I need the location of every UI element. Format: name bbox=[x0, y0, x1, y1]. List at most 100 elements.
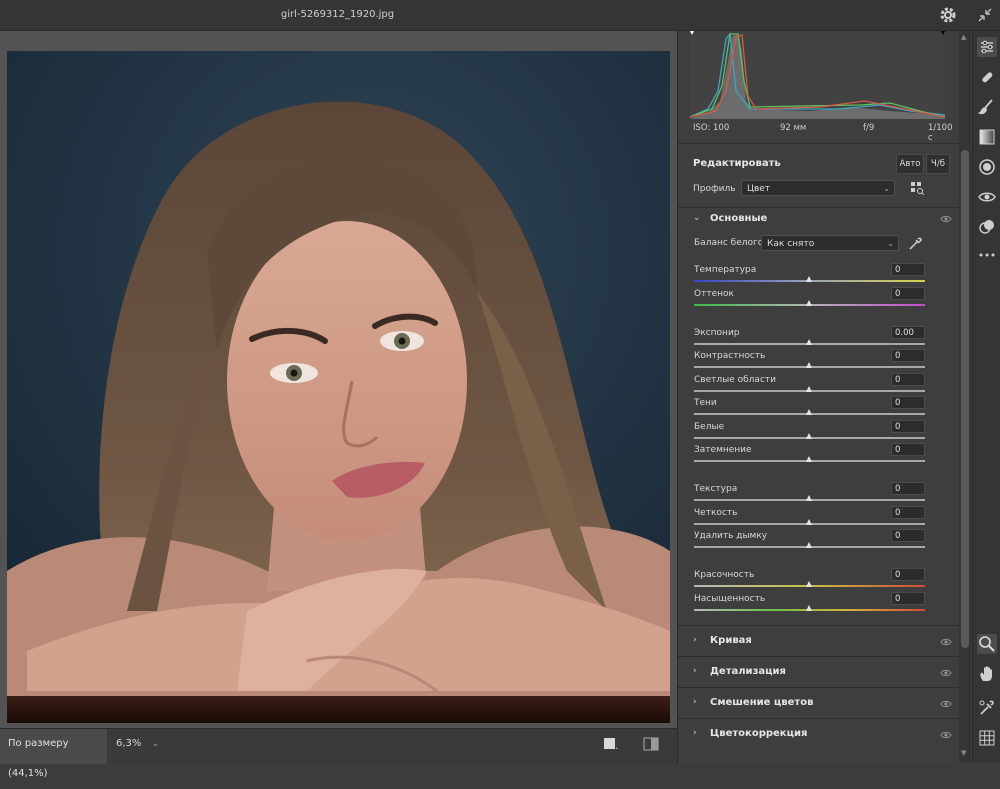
slider-value-input[interactable]: 0 bbox=[891, 482, 925, 495]
grid-icon[interactable] bbox=[977, 728, 997, 748]
section-detail[interactable]: › Детализация bbox=[678, 656, 959, 687]
scroll-up-icon[interactable]: ▲ bbox=[961, 33, 966, 41]
profile-label: Профиль bbox=[693, 184, 736, 194]
section-curve[interactable]: › Кривая bbox=[678, 625, 959, 656]
zoom-fit-button[interactable]: По размеру (44,1%) bbox=[0, 729, 107, 779]
gear-icon[interactable] bbox=[938, 5, 958, 25]
profile-row: Профиль Цвет ⌄ bbox=[678, 179, 959, 205]
slider-label: Насыщенность bbox=[694, 594, 766, 604]
auto-button[interactable]: Авто bbox=[896, 154, 924, 174]
edit-title: Редактировать bbox=[693, 158, 781, 169]
slider-thumb[interactable] bbox=[806, 386, 812, 392]
slider-value-input[interactable]: 0 bbox=[891, 349, 925, 362]
presets-icon[interactable] bbox=[977, 217, 997, 237]
eye-icon[interactable] bbox=[940, 213, 952, 225]
edit-panel: ISO: 100 92 мм f/9 1/100 с Редактировать… bbox=[677, 31, 959, 763]
chevron-right-icon: › bbox=[693, 697, 697, 707]
edit-sliders-icon[interactable] bbox=[977, 37, 997, 57]
wb-value: Как снято bbox=[767, 239, 815, 249]
wb-select[interactable]: Как снято ⌄ bbox=[761, 235, 899, 251]
slider-thumb[interactable] bbox=[806, 495, 812, 501]
slider-label: Красочность bbox=[694, 570, 755, 580]
slider-thumb[interactable] bbox=[806, 542, 812, 548]
slider-thumb[interactable] bbox=[806, 300, 812, 306]
tool-strip bbox=[972, 31, 1000, 763]
profile-browser-icon[interactable] bbox=[910, 181, 924, 195]
status-bar: По размеру (44,1%) 6,3% ⌄ bbox=[0, 728, 677, 779]
collapse-icon[interactable] bbox=[976, 6, 994, 24]
white-balance-row: Баланс белого Как снято ⌄ bbox=[678, 234, 959, 254]
slider-thumb[interactable] bbox=[806, 276, 812, 282]
slider-row: Удалить дымку 0 bbox=[678, 529, 959, 553]
chevron-down-icon: ⌄ bbox=[887, 239, 894, 248]
panel-scrollbar[interactable]: ▲ ▼ bbox=[959, 31, 971, 763]
redeye-icon[interactable] bbox=[977, 187, 997, 207]
section-color-grading[interactable]: › Цветокоррекция bbox=[678, 718, 959, 749]
profile-value: Цвет bbox=[747, 184, 771, 194]
slider-value-input[interactable]: 0.00 bbox=[891, 326, 925, 339]
section-basic-header[interactable]: ⌄ Основные bbox=[678, 207, 959, 230]
chevron-right-icon: › bbox=[693, 666, 697, 676]
before-after-icon[interactable] bbox=[643, 737, 659, 751]
slider-value-input[interactable]: 0 bbox=[891, 396, 925, 409]
slider-thumb[interactable] bbox=[806, 362, 812, 368]
healing-icon[interactable] bbox=[977, 67, 997, 87]
chevron-down-icon: ⌄ bbox=[693, 213, 701, 223]
slider-row: Оттенок 0 bbox=[678, 287, 959, 311]
eye-icon[interactable] bbox=[940, 698, 952, 710]
slider-value-input[interactable]: 0 bbox=[891, 373, 925, 386]
slider-thumb[interactable] bbox=[806, 581, 812, 587]
section-title: Детализация bbox=[710, 666, 786, 677]
exif-aperture: f/9 bbox=[863, 123, 875, 133]
zoom-icon[interactable] bbox=[977, 634, 997, 654]
slider-thumb[interactable] bbox=[806, 409, 812, 415]
bw-button[interactable]: Ч/б bbox=[926, 154, 950, 174]
slider-thumb[interactable] bbox=[806, 519, 812, 525]
view-single-icon[interactable] bbox=[603, 737, 619, 751]
eye-icon[interactable] bbox=[940, 729, 952, 741]
slider-label: Четкость bbox=[694, 508, 738, 518]
slider-value-input[interactable]: 0 bbox=[891, 592, 925, 605]
slider-value-input[interactable]: 0 bbox=[891, 506, 925, 519]
slider-value-input[interactable]: 0 bbox=[891, 420, 925, 433]
section-title: Смешение цветов bbox=[710, 697, 814, 708]
canvas-area[interactable] bbox=[0, 31, 677, 728]
title-bar: girl-5269312_1920.jpg bbox=[0, 0, 1000, 31]
slider-value-input[interactable]: 0 bbox=[891, 568, 925, 581]
exif-info: ISO: 100 92 мм f/9 1/100 с bbox=[678, 123, 959, 143]
brush-icon[interactable] bbox=[977, 97, 997, 117]
slider-row: Текстура 0 bbox=[678, 482, 959, 506]
slider-label: Температура bbox=[694, 265, 757, 275]
slider-thumb[interactable] bbox=[806, 433, 812, 439]
eyedropper-icon[interactable] bbox=[907, 236, 923, 252]
wb-label: Баланс белого bbox=[694, 238, 764, 248]
exif-focal: 92 мм bbox=[780, 123, 807, 133]
radial-filter-icon[interactable] bbox=[977, 157, 997, 177]
slider-thumb[interactable] bbox=[806, 339, 812, 345]
slider-thumb[interactable] bbox=[806, 605, 812, 611]
slider-value-input[interactable]: 0 bbox=[891, 287, 925, 300]
slider-thumb[interactable] bbox=[806, 456, 812, 462]
slider-value-input[interactable]: 0 bbox=[891, 443, 925, 456]
slider-value-input[interactable]: 0 bbox=[891, 529, 925, 542]
zoom-select[interactable]: 6,3% ⌄ bbox=[108, 729, 163, 764]
slider-row: Насыщенность 0 bbox=[678, 592, 959, 616]
slider-label: Оттенок bbox=[694, 289, 734, 299]
hand-icon[interactable] bbox=[977, 664, 997, 684]
section-color-mixer[interactable]: › Смешение цветов bbox=[678, 687, 959, 718]
eye-icon[interactable] bbox=[940, 636, 952, 648]
color-sampler-icon[interactable] bbox=[977, 698, 997, 718]
eye-icon[interactable] bbox=[940, 667, 952, 679]
graduated-filter-icon[interactable] bbox=[977, 127, 997, 147]
exif-iso: ISO: 100 bbox=[693, 123, 730, 133]
scroll-thumb[interactable] bbox=[961, 150, 969, 648]
more-icon[interactable] bbox=[977, 245, 997, 265]
photo-preview[interactable] bbox=[7, 51, 670, 723]
slider-label: Затемнение bbox=[694, 445, 752, 455]
chevron-right-icon: › bbox=[693, 635, 697, 645]
slider-row: Затемнение 0 bbox=[678, 443, 959, 467]
profile-select[interactable]: Цвет ⌄ bbox=[741, 180, 895, 196]
scroll-down-icon[interactable]: ▼ bbox=[961, 749, 966, 757]
slider-value-input[interactable]: 0 bbox=[891, 263, 925, 276]
slider-label: Контрастность bbox=[694, 351, 766, 361]
